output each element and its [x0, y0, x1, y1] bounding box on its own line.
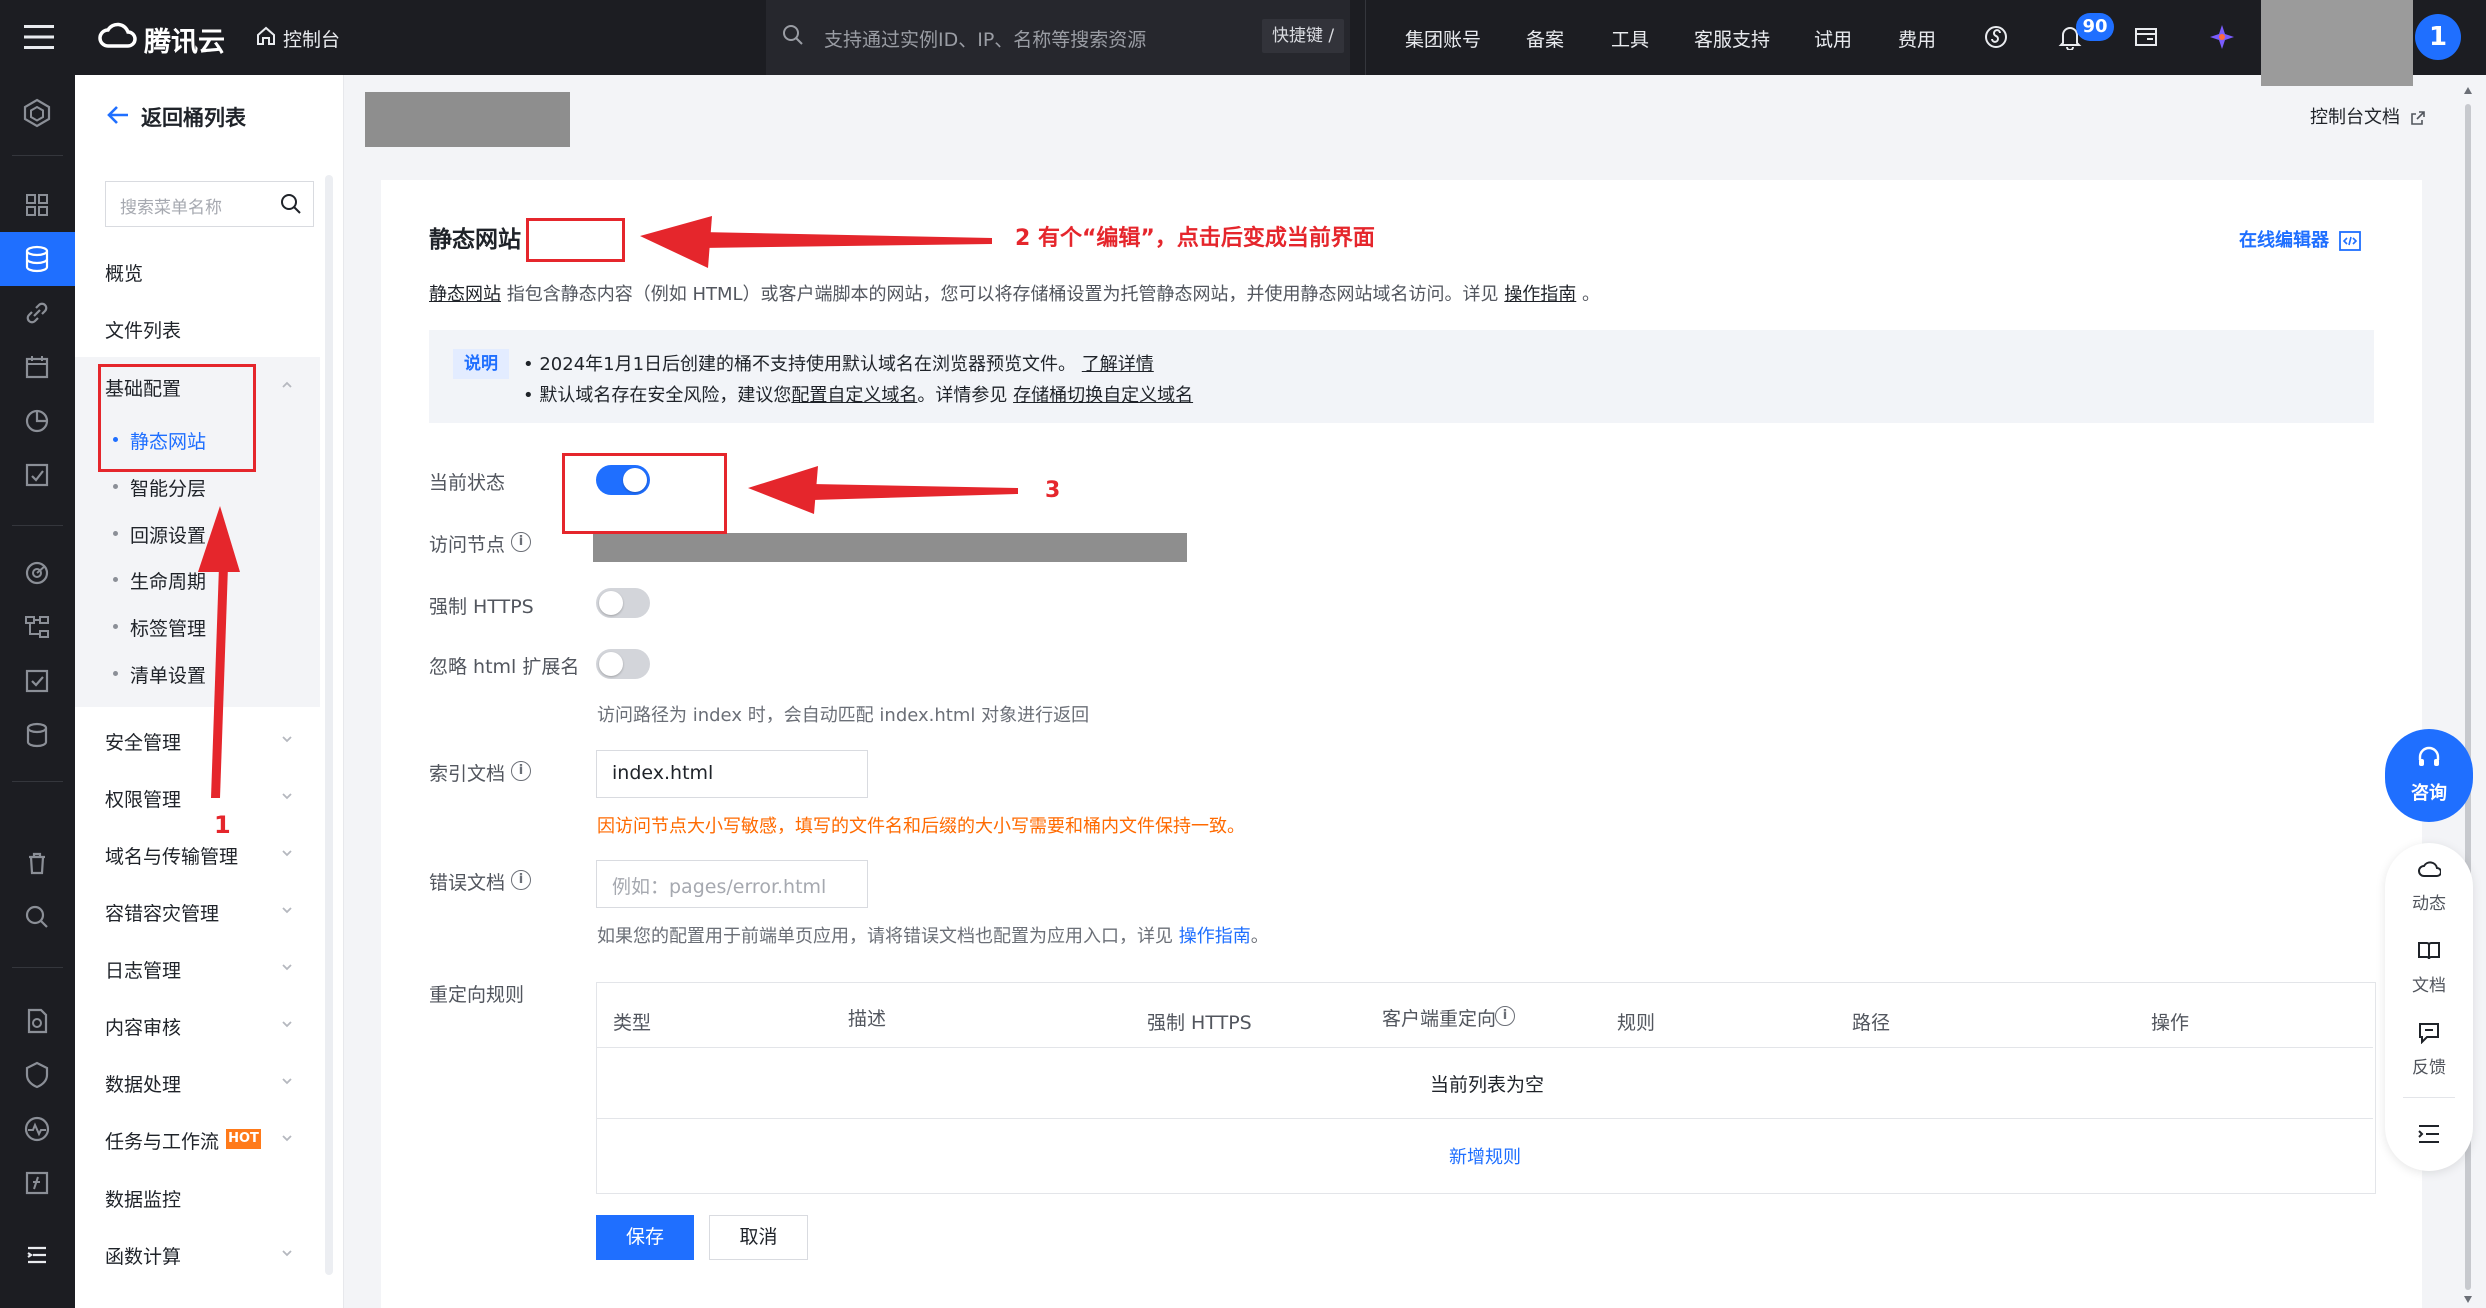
arrow-3-shaft — [812, 484, 1018, 500]
arrow-2-shaft — [700, 232, 992, 248]
arrow-1-shaft — [211, 566, 228, 798]
annotation-label-2: 2 有个“编辑”，点击后变成当前界面 — [1015, 226, 1375, 251]
arrow-2-head — [640, 216, 712, 268]
arrow-3-head — [748, 466, 818, 514]
arrow-1-head — [198, 506, 240, 572]
annotation-arrows — [198, 216, 1018, 798]
annotation-label-1: 1 — [214, 811, 231, 839]
annotation-label-3: 3 — [1045, 478, 1061, 503]
